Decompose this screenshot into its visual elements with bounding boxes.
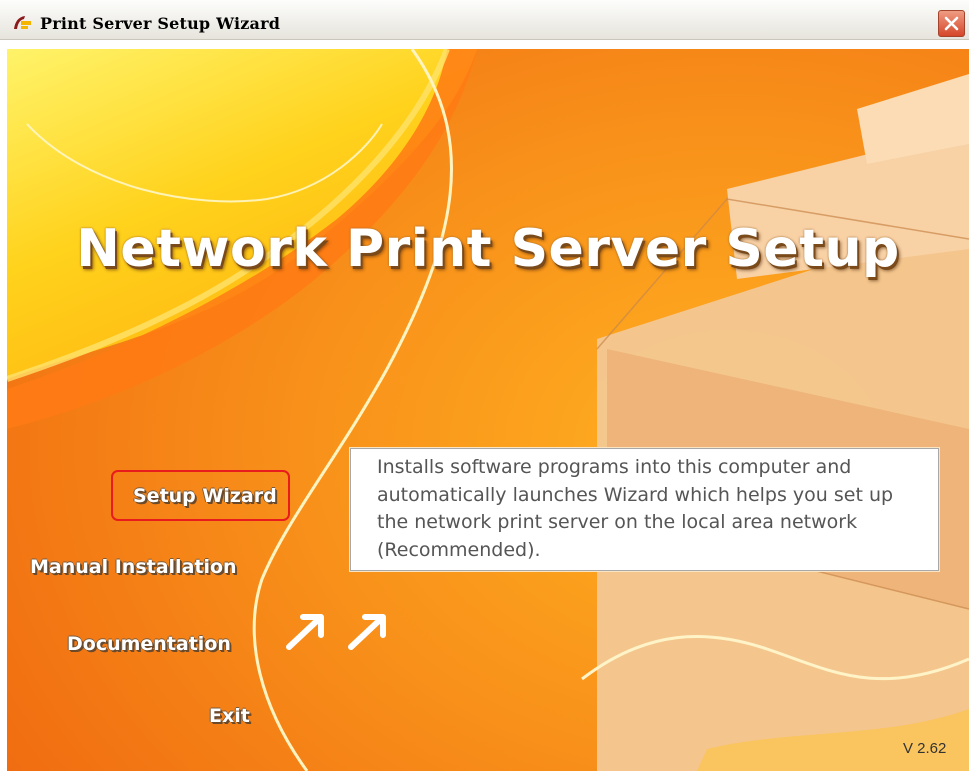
version-label: V 2.62 [903, 740, 947, 757]
title-bar[interactable]: Print Server Setup Wizard [0, 0, 969, 40]
splash-panel: Network Print Server Setup Setup Wizard … [7, 49, 969, 771]
window-frame: Network Print Server Setup Setup Wizard … [0, 40, 969, 771]
background-graphic [7, 49, 969, 771]
description-box: Installs software programs into this com… [350, 448, 939, 571]
app-logo-icon [14, 16, 31, 29]
manual-installation-link[interactable]: Manual Installation [30, 556, 237, 578]
window-title: Print Server Setup Wizard [40, 14, 281, 33]
close-button[interactable] [938, 10, 965, 37]
page-title: Network Print Server Setup [76, 219, 900, 279]
documentation-link[interactable]: Documentation [67, 633, 231, 655]
setup-wizard-link[interactable]: Setup Wizard [133, 485, 277, 507]
exit-link[interactable]: Exit [209, 705, 250, 727]
close-x-icon [944, 16, 959, 31]
